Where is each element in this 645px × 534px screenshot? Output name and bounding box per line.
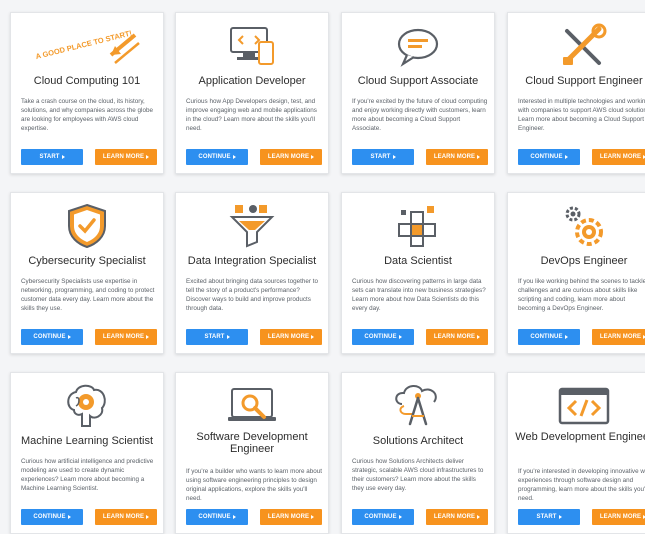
card-description: Interested in multiple technologies and … [518,98,645,132]
card-solutions-architect: Solutions Architect Curious how Solution… [341,372,495,534]
continue-button[interactable]: CONTINUE [21,509,83,525]
card-description: If you're excited by the future of cloud… [352,98,488,132]
learn-more-button[interactable]: LEARN MORE [426,509,488,525]
card-description: Curious how discovering patterns in larg… [352,278,486,312]
card-description: Take a crash course on the cloud, its hi… [21,98,153,132]
learn-more-button[interactable]: LEARN MORE [592,149,645,165]
start-button[interactable]: START [518,509,580,525]
funnel-icon [176,199,328,253]
svg-text:A GOOD PLACE TO START!: A GOOD PLACE TO START! [35,28,133,61]
card-title: Cloud Support Associate [357,75,479,87]
continue-button[interactable]: CONTINUE [352,509,414,525]
chat-bubble-icon [342,19,494,73]
continue-button[interactable]: CONTINUE [518,149,580,165]
card-title: DevOps Engineer [540,255,628,267]
card-software-development-engineer: Software Development Engineer If you're … [175,372,329,534]
card-title: Software Development Engineer [196,431,308,455]
card-description: Excited about bringing data sources toge… [186,278,318,312]
card-title: Solutions Architect [372,435,464,447]
card-description: If you like working behind the scenes to… [518,278,645,312]
start-button[interactable]: START [352,149,414,165]
learn-more-button[interactable]: LEARN MORE [426,329,488,345]
start-button[interactable]: START [21,149,83,165]
learn-more-button[interactable]: LEARN MORE [260,509,322,525]
career-path-grid: A GOOD PLACE TO START! Cloud Computing 1… [0,0,645,534]
continue-button[interactable]: CONTINUE [21,329,83,345]
start-button[interactable]: START [186,329,248,345]
code-window-icon [508,379,645,433]
card-description: If you're a builder who wants to learn m… [186,468,322,502]
card-cloud-support-associate: Cloud Support Associate If you're excite… [341,12,495,174]
card-web-development-engineer: Web Development Engineer If you're inter… [507,372,645,534]
continue-button[interactable]: CONTINUE [186,509,248,525]
learn-more-button[interactable]: LEARN MORE [592,329,645,345]
learn-more-button[interactable]: LEARN MORE [95,329,157,345]
card-description: Curious how Solutions Architects deliver… [352,458,484,492]
card-machine-learning-scientist: Machine Learning Scientist Curious how a… [10,372,164,534]
brain-gear-icon [11,379,163,433]
tools-icon [508,19,645,73]
learn-more-button[interactable]: LEARN MORE [592,509,645,525]
card-title: Web Development Engineer [515,431,645,443]
card-description: Curious how App Developers design, test,… [186,98,317,132]
card-title: Data Integration Specialist [187,255,317,267]
card-title: Cloud Support Engineer [525,75,643,87]
card-application-developer: Application Developer Curious how App De… [175,12,329,174]
card-description: Curious how artificial intelligence and … [21,458,154,492]
good-place-to-start-sign-icon: A GOOD PLACE TO START! [11,19,163,73]
continue-button[interactable]: CONTINUE [186,149,248,165]
card-title: Machine Learning Scientist [20,435,154,447]
card-title: Application Developer [198,75,306,87]
card-description: If you're interested in developing innov… [518,468,645,502]
learn-more-button[interactable]: LEARN MORE [260,149,322,165]
card-title: Data Scientist [384,255,452,267]
learn-more-button[interactable]: LEARN MORE [426,149,488,165]
learn-more-button[interactable]: LEARN MORE [260,329,322,345]
card-data-integration-specialist: Data Integration Specialist Excited abou… [175,192,329,354]
card-data-scientist: Data Scientist Curious how discovering p… [341,192,495,354]
card-cloud-support-engineer: Cloud Support Engineer Interested in mul… [507,12,645,174]
continue-button[interactable]: CONTINUE [352,329,414,345]
devices-icon [176,19,328,73]
card-title: Cybersecurity Specialist [28,255,146,267]
cubes-icon [342,199,494,253]
card-cybersecurity-specialist: Cybersecurity Specialist Cybersecurity S… [10,192,164,354]
card-title: Cloud Computing 101 [33,75,141,87]
learn-more-button[interactable]: LEARN MORE [95,509,157,525]
continue-button[interactable]: CONTINUE [518,329,580,345]
learn-more-button[interactable]: LEARN MORE [95,149,157,165]
laptop-wrench-icon [176,379,328,433]
cloud-compass-icon [342,379,494,433]
shield-check-icon [11,199,163,253]
gears-icon [508,199,645,253]
card-cloud-computing-101: A GOOD PLACE TO START! Cloud Computing 1… [10,12,164,174]
card-description: Cybersecurity Specialists use expertise … [21,278,155,312]
card-devops-engineer: DevOps Engineer If you like working behi… [507,192,645,354]
